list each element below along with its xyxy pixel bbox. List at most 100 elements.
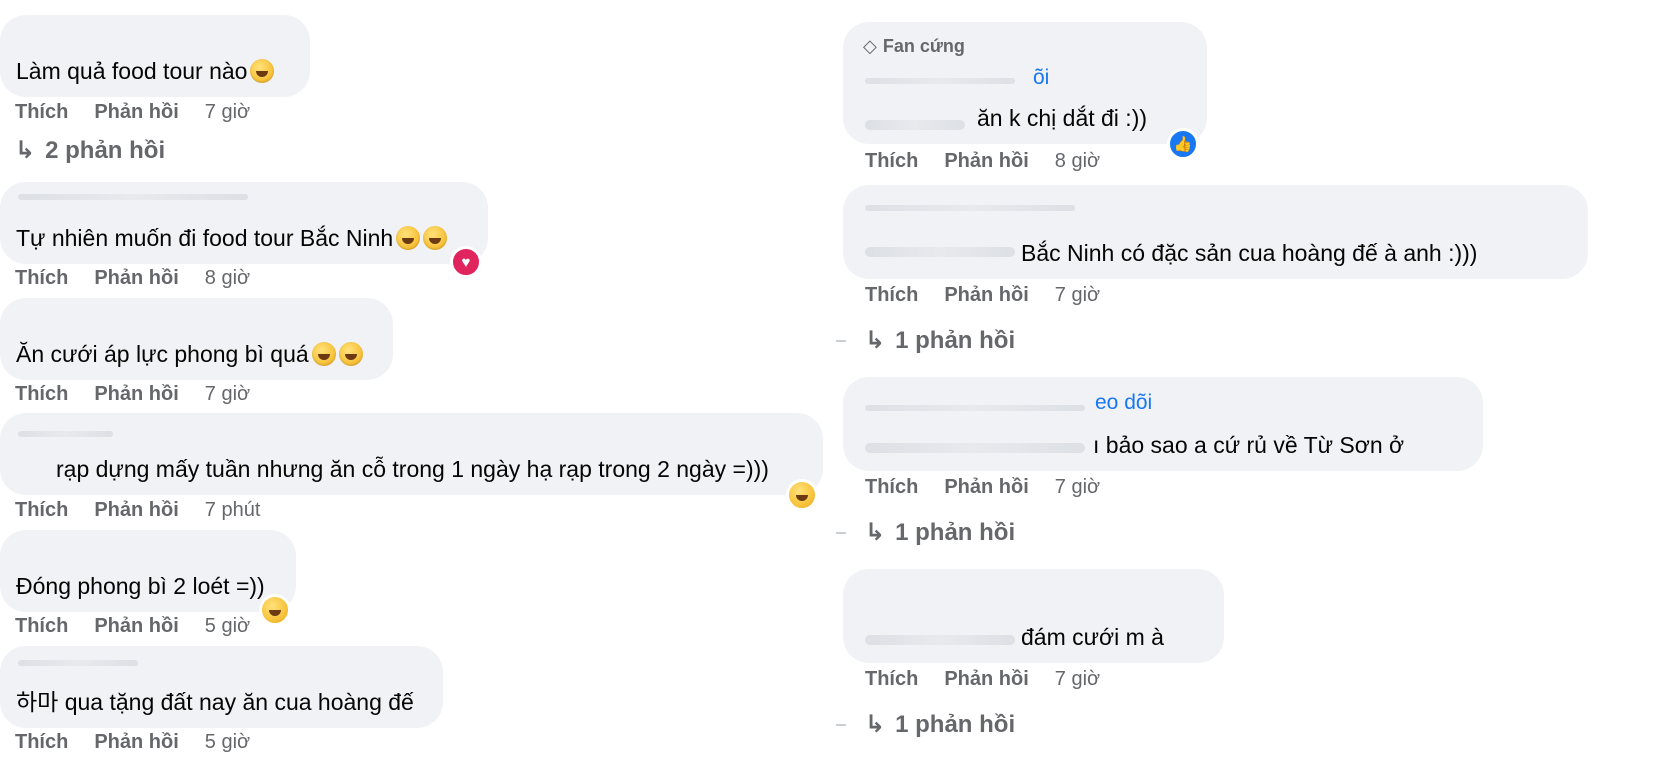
comment-text-row: Tự nhiên muốn đi food tour Bắc Ninh xyxy=(16,224,448,252)
comment-item: Bắc Ninh có đặc sản cua hoàng đế à anh :… xyxy=(843,185,1588,279)
like-button[interactable]: Thích xyxy=(15,382,68,406)
comment-time[interactable]: 7 giờ xyxy=(1055,667,1100,691)
comment-item: rạp dựng mấy tuần nhưng ăn cỗ trong 1 ng… xyxy=(0,413,823,511)
view-replies-button[interactable]: ↳ 2 phản hồi xyxy=(15,136,165,165)
text-redacted xyxy=(865,443,1085,453)
comment-actions: Thích Phản hồi 5 giờ xyxy=(15,614,250,638)
comment-bubble: Ăn cưới áp lực phong bì quá xyxy=(0,298,393,380)
comment-time[interactable]: 5 giờ xyxy=(205,730,250,754)
like-button[interactable]: Thích xyxy=(15,266,68,290)
comment-bubble: eo dõi ı bảo sao a cứ rủ về Từ Sơn ở xyxy=(843,377,1483,471)
comment-item: 하마 qua tặng đất nay ăn cua hoàng đế xyxy=(0,646,443,728)
comment-time[interactable]: 5 giờ xyxy=(205,614,250,638)
comment-actions: Thích Phản hồi 7 giờ xyxy=(865,283,1100,307)
replies-count: 2 phản hồi xyxy=(45,136,166,164)
comment-actions: Thích Phản hồi 8 giờ xyxy=(865,149,1100,173)
like-button[interactable]: Thích xyxy=(15,730,68,754)
comment-bubble: Bắc Ninh có đặc sản cua hoàng đế à anh :… xyxy=(843,185,1588,279)
comment-time[interactable]: 7 giờ xyxy=(1055,283,1100,307)
like-reaction-icon[interactable]: 👍 xyxy=(1167,128,1199,160)
comment-actions: Thích Phản hồi 7 giờ xyxy=(15,382,250,406)
heart-reaction-icon[interactable]: ♥ xyxy=(450,246,482,278)
comment-time[interactable]: 7 phút xyxy=(205,498,261,522)
text-redacted xyxy=(865,247,1015,257)
comment-actions: Thích Phản hồi 7 phút xyxy=(15,498,260,522)
comment-bubble: 하마 qua tặng đất nay ăn cua hoàng đế xyxy=(0,646,443,728)
reply-arrow-icon: ↳ xyxy=(865,519,886,546)
comment-text: đám cưới m à xyxy=(1021,624,1164,650)
reply-arrow-icon: ↳ xyxy=(865,327,886,354)
reply-arrow-icon: ↳ xyxy=(865,711,886,738)
comment-actions: Thích Phản hồi 5 giờ xyxy=(15,730,250,754)
like-button[interactable]: Thích xyxy=(865,283,918,307)
diamond-icon: ◇ xyxy=(863,36,877,56)
comment-bubble: ◇ Fan cứng õi ăn k chị dắt đi :)) 👍 xyxy=(843,22,1207,160)
comment-text-row: ăn k chị dắt đi :)) xyxy=(977,104,1147,132)
reply-button[interactable]: Phản hồi xyxy=(94,100,178,124)
comment-text-row: Làm quả food tour nào xyxy=(16,57,275,85)
like-button[interactable]: Thích xyxy=(865,667,918,691)
comment-item: eo dõi ı bảo sao a cứ rủ về Từ Sơn ở xyxy=(843,377,1483,471)
comment-bubble: đám cưới m à xyxy=(843,569,1224,663)
comment-item: đám cưới m à xyxy=(843,569,1224,663)
view-replies-button[interactable]: ↳ 1 phản hồi xyxy=(865,518,1015,547)
comment-actions: Thích Phản hồi 7 giờ xyxy=(865,475,1100,499)
like-button[interactable]: Thích xyxy=(865,149,918,173)
replies-count: 1 phản hồi xyxy=(895,326,1016,354)
reply-button[interactable]: Phản hồi xyxy=(94,730,178,754)
like-button[interactable]: Thích xyxy=(865,475,918,499)
comment-item: Ăn cưới áp lực phong bì quá xyxy=(0,298,393,380)
comment-text-row: đám cưới m à xyxy=(1021,623,1164,651)
follow-link[interactable]: õi xyxy=(1033,66,1049,89)
badge-label: Fan cứng xyxy=(882,36,965,56)
reply-button[interactable]: Phản hồi xyxy=(94,382,178,406)
view-replies-button[interactable]: ↳ 1 phản hồi xyxy=(865,326,1015,355)
reply-button[interactable]: Phản hồi xyxy=(944,149,1028,173)
comment-time[interactable]: 8 giờ xyxy=(205,266,250,290)
comment-item: ◇ Fan cứng õi ăn k chị dắt đi :)) 👍 xyxy=(843,22,1207,160)
reply-button[interactable]: Phản hồi xyxy=(944,667,1028,691)
comment-text: rạp dựng mấy tuần nhưng ăn cỗ trong 1 ng… xyxy=(56,456,769,482)
comment-time[interactable]: 8 giờ xyxy=(1055,149,1100,173)
text-redacted xyxy=(865,120,965,130)
follow-link-row: õi xyxy=(1033,66,1049,90)
haha-reaction-icon[interactable] xyxy=(259,594,291,626)
reply-button[interactable]: Phản hồi xyxy=(94,614,178,638)
comment-item: Đóng phong bì 2 loét =)) xyxy=(0,530,296,626)
comment-time[interactable]: 7 giờ xyxy=(1055,475,1100,499)
author-name-redacted xyxy=(865,405,1085,411)
rofl-emoji-icon xyxy=(250,59,275,83)
replies-count: 1 phản hồi xyxy=(895,518,1016,546)
reply-button[interactable]: Phản hồi xyxy=(944,283,1028,307)
comment-text-row: Bắc Ninh có đặc sản cua hoàng đế à anh :… xyxy=(1021,239,1477,267)
fan-badge: ◇ Fan cứng xyxy=(863,36,965,57)
reply-button[interactable]: Phản hồi xyxy=(94,498,178,522)
comment-time[interactable]: 7 giờ xyxy=(205,100,250,124)
replies-count: 1 phản hồi xyxy=(895,710,1016,738)
thread-line xyxy=(836,340,846,342)
like-button[interactable]: Thích xyxy=(15,498,68,522)
follow-link[interactable]: eo dõi xyxy=(1095,391,1152,414)
author-name-redacted xyxy=(865,205,1075,211)
text-redacted xyxy=(865,635,1015,645)
comment-text: ăn k chị dắt đi :)) xyxy=(977,105,1148,131)
view-replies-button[interactable]: ↳ 1 phản hồi xyxy=(865,710,1015,739)
haha-reaction-icon[interactable] xyxy=(786,479,818,511)
comment-text: Làm quả food tour nào xyxy=(16,58,248,84)
comment-text-row: Ăn cưới áp lực phong bì quá xyxy=(16,340,363,368)
reply-arrow-icon: ↳ xyxy=(15,137,36,164)
reply-button[interactable]: Phản hồi xyxy=(94,266,178,290)
comment-text-row: rạp dựng mấy tuần nhưng ăn cỗ trong 1 ng… xyxy=(56,455,769,483)
comment-bubble: Tự nhiên muốn đi food tour Bắc Ninh ♥ xyxy=(0,182,488,278)
comment-actions: Thích Phản hồi 7 giờ xyxy=(865,667,1100,691)
reply-button[interactable]: Phản hồi xyxy=(944,475,1028,499)
like-button[interactable]: Thích xyxy=(15,614,68,638)
comment-text-row: Đóng phong bì 2 loét =)) xyxy=(16,572,265,600)
like-button[interactable]: Thích xyxy=(15,100,68,124)
comment-text: ı bảo sao a cứ rủ về Từ Sơn ở xyxy=(1093,432,1405,458)
author-name-redacted xyxy=(18,431,113,437)
comment-text-row: 하마 qua tặng đất nay ăn cua hoàng đế xyxy=(16,688,414,716)
comment-time[interactable]: 7 giờ xyxy=(205,382,250,406)
comment-text: 하마 qua tặng đất nay ăn cua hoàng đế xyxy=(16,689,414,715)
comment-text: Đóng phong bì 2 loét =)) xyxy=(16,573,265,599)
